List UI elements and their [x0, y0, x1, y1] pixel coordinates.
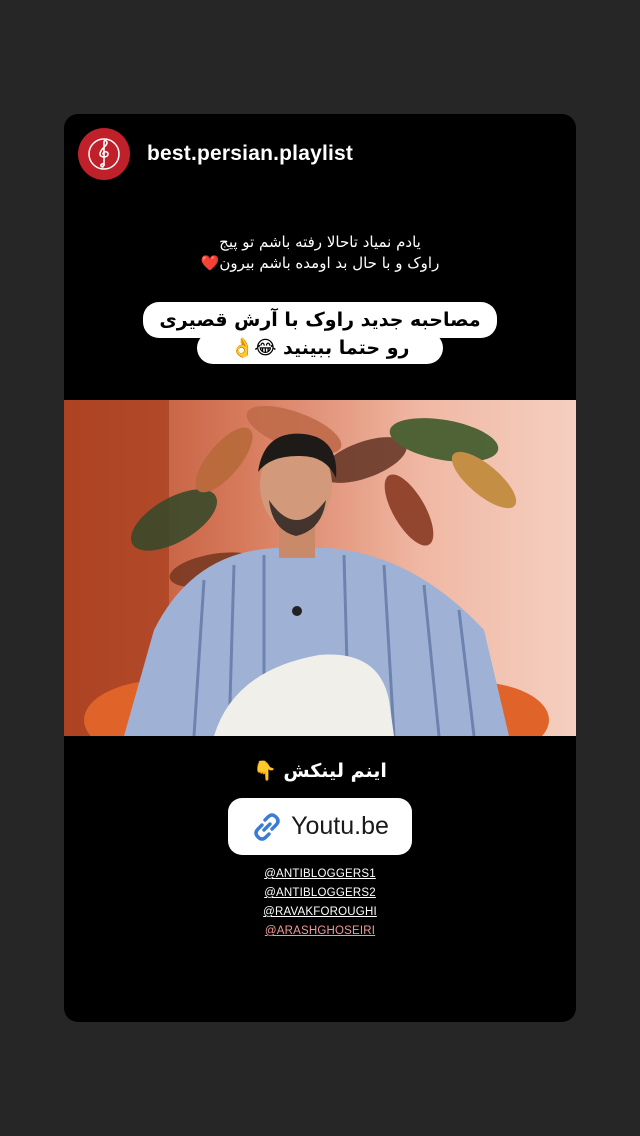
interview-photo	[64, 400, 576, 736]
link-text: Youtu.be	[291, 812, 389, 840]
avatar[interactable]	[78, 128, 130, 180]
caption-line-1: یادم نمیاد تاحالا رفته باشم تو پیج	[219, 233, 421, 251]
mentions-list: @ANTIBLOGGERS1 @ANTIBLOGGERS2 @RAVAKFORO…	[64, 867, 576, 943]
mention-arashghoseiri[interactable]: @ARASHGHOSEIRI	[265, 924, 375, 938]
treble-clef-icon	[88, 138, 120, 170]
story-caption: یادم نمیاد تاحالا رفته باشم تو پیج راوک …	[64, 232, 576, 274]
link-label: اینم لینکش 👇	[253, 760, 387, 782]
story-card[interactable]: best.persian.playlist یادم نمیاد تاحالا …	[64, 114, 576, 1022]
story-header: best.persian.playlist	[78, 128, 353, 180]
caption-line-2: راوک و با حال بد اومده باشم بیرون❤️	[200, 254, 440, 272]
mention-antibloggers1[interactable]: @ANTIBLOGGERS1	[264, 867, 376, 881]
mention-antibloggers2[interactable]: @ANTIBLOGGERS2	[264, 886, 376, 900]
mention-ravakforoughi[interactable]: @RAVAKFOROUGHI	[263, 905, 377, 919]
youtube-link-sticker[interactable]: Youtu.be	[228, 798, 412, 855]
headline-line-2: رو حتما ببینید 😂👌	[197, 332, 443, 364]
link-icon	[254, 812, 280, 841]
account-username[interactable]: best.persian.playlist	[147, 142, 353, 166]
